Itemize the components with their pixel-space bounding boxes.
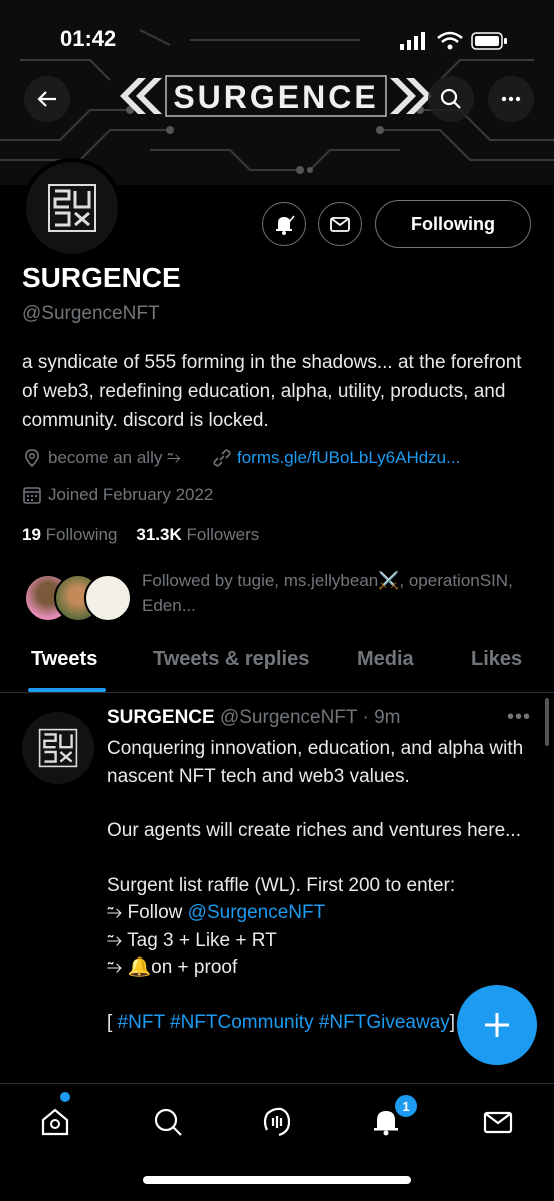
tweet-hashtags[interactable]: #NFT #NFTCommunity #NFTGiveaway bbox=[118, 1012, 450, 1033]
follow-counts: 19 Following 31.3K Followers bbox=[22, 525, 259, 545]
status-bar: 01:42 bbox=[0, 18, 554, 58]
joined-text: Joined February 2022 bbox=[48, 485, 214, 504]
compose-tweet-button[interactable] bbox=[457, 985, 537, 1065]
profile-link[interactable]: forms.gle/fUBoLbLy6AHdzu... bbox=[212, 448, 460, 468]
more-horizontal-icon bbox=[501, 96, 521, 102]
more-options-button[interactable] bbox=[488, 76, 534, 122]
tab-tweets-replies[interactable]: Tweets & replies bbox=[153, 648, 309, 671]
back-arrow-icon bbox=[37, 91, 56, 107]
tweet-header: SURGENCE @SurgenceNFT · 9m bbox=[107, 707, 400, 729]
banner-logo: SURGENCE bbox=[116, 70, 436, 122]
tab-tweets[interactable]: Tweets bbox=[31, 648, 97, 671]
calendar-icon bbox=[23, 487, 41, 504]
tweet-body[interactable]: Conquering innovation, education, and al… bbox=[107, 735, 527, 1036]
tweet-author-handle: @SurgenceNFT bbox=[219, 707, 358, 728]
nav-home[interactable] bbox=[35, 1102, 75, 1142]
home-icon bbox=[41, 1108, 69, 1136]
search-icon bbox=[154, 1108, 182, 1136]
following-button[interactable]: Following bbox=[375, 200, 531, 248]
tab-media[interactable]: Media bbox=[357, 648, 414, 671]
location-pin-icon bbox=[25, 449, 39, 468]
back-button[interactable] bbox=[24, 76, 70, 122]
scrollbar[interactable] bbox=[545, 698, 549, 746]
search-icon bbox=[440, 88, 461, 109]
surgence-logo-icon bbox=[38, 728, 78, 768]
tweet-line: Our agents will create riches and ventur… bbox=[107, 820, 521, 841]
hashtags-prefix: [ bbox=[107, 1011, 118, 1033]
following-count: 19 bbox=[22, 525, 41, 544]
tweet-author-name[interactable]: SURGENCE bbox=[107, 707, 215, 728]
spaces-microphone-icon bbox=[263, 1107, 291, 1137]
followed-by-avatars[interactable] bbox=[24, 572, 134, 622]
banner-word: SURGENCE bbox=[173, 79, 378, 115]
tweet-time: · 9m bbox=[362, 707, 401, 728]
notifications-bell-button[interactable] bbox=[262, 202, 306, 246]
tweet-line: ⥲ Tag 3 + Like + RT bbox=[107, 929, 277, 951]
active-tab-indicator bbox=[28, 688, 106, 692]
mail-icon bbox=[483, 1111, 513, 1134]
home-unread-dot bbox=[60, 1092, 70, 1102]
tweet-more-icon[interactable]: ••• bbox=[507, 706, 531, 729]
followers-label: Followers bbox=[186, 525, 260, 544]
tweet-follow-prefix: ⥲ Follow bbox=[107, 902, 188, 923]
status-icons bbox=[400, 31, 507, 50]
profile-location: become an ally ⥲ bbox=[22, 448, 181, 468]
link-icon bbox=[213, 449, 231, 467]
following-link[interactable]: 19 Following bbox=[22, 525, 117, 544]
mail-icon bbox=[330, 217, 350, 232]
status-time: 01:42 bbox=[60, 26, 117, 51]
tweet-line: Surgent list raffle (WL). First 200 to e… bbox=[107, 874, 456, 896]
notification-badge: 1 bbox=[393, 1093, 419, 1119]
profile-tabs: Tweets Tweets & replies Media Likes bbox=[0, 636, 554, 693]
plus-icon bbox=[485, 1013, 509, 1037]
nav-messages[interactable] bbox=[478, 1102, 518, 1142]
profile-avatar[interactable] bbox=[22, 158, 122, 258]
nav-spaces[interactable] bbox=[257, 1102, 297, 1142]
tweet-avatar[interactable] bbox=[22, 712, 94, 784]
follower-avatar bbox=[84, 574, 132, 622]
tweet-line: ⥲ 🔔on + proof bbox=[107, 957, 238, 978]
bell-check-icon bbox=[276, 215, 295, 235]
tweet-mention[interactable]: @SurgenceNFT bbox=[188, 902, 326, 923]
hashtags-suffix: ] bbox=[449, 1011, 456, 1033]
surgence-logo-icon bbox=[48, 184, 96, 232]
link-text[interactable]: forms.gle/fUBoLbLy6AHdzu... bbox=[237, 448, 460, 468]
following-label: Following bbox=[45, 525, 118, 544]
search-button[interactable] bbox=[428, 76, 474, 122]
followers-link[interactable]: 31.3K Followers bbox=[136, 525, 259, 544]
tweet-line: Conquering innovation, education, and al… bbox=[107, 738, 524, 787]
location-text: become an ally ⥲ bbox=[48, 448, 181, 467]
home-indicator bbox=[143, 1176, 411, 1184]
tweet-line: ⥲ Follow @SurgenceNFT bbox=[107, 899, 527, 927]
message-button[interactable] bbox=[318, 202, 362, 246]
followers-count: 31.3K bbox=[136, 525, 182, 544]
nav-search[interactable] bbox=[148, 1102, 188, 1142]
tab-likes[interactable]: Likes bbox=[471, 648, 522, 671]
profile-joined: Joined February 2022 bbox=[22, 485, 213, 505]
followed-by-text[interactable]: Followed by tugie, ms.jellybean⚔️, opera… bbox=[142, 568, 522, 618]
profile-name: SURGENCE bbox=[22, 262, 181, 293]
profile-handle: @SurgenceNFT bbox=[22, 303, 160, 324]
profile-bio: a syndicate of 555 forming in the shadow… bbox=[22, 352, 522, 431]
